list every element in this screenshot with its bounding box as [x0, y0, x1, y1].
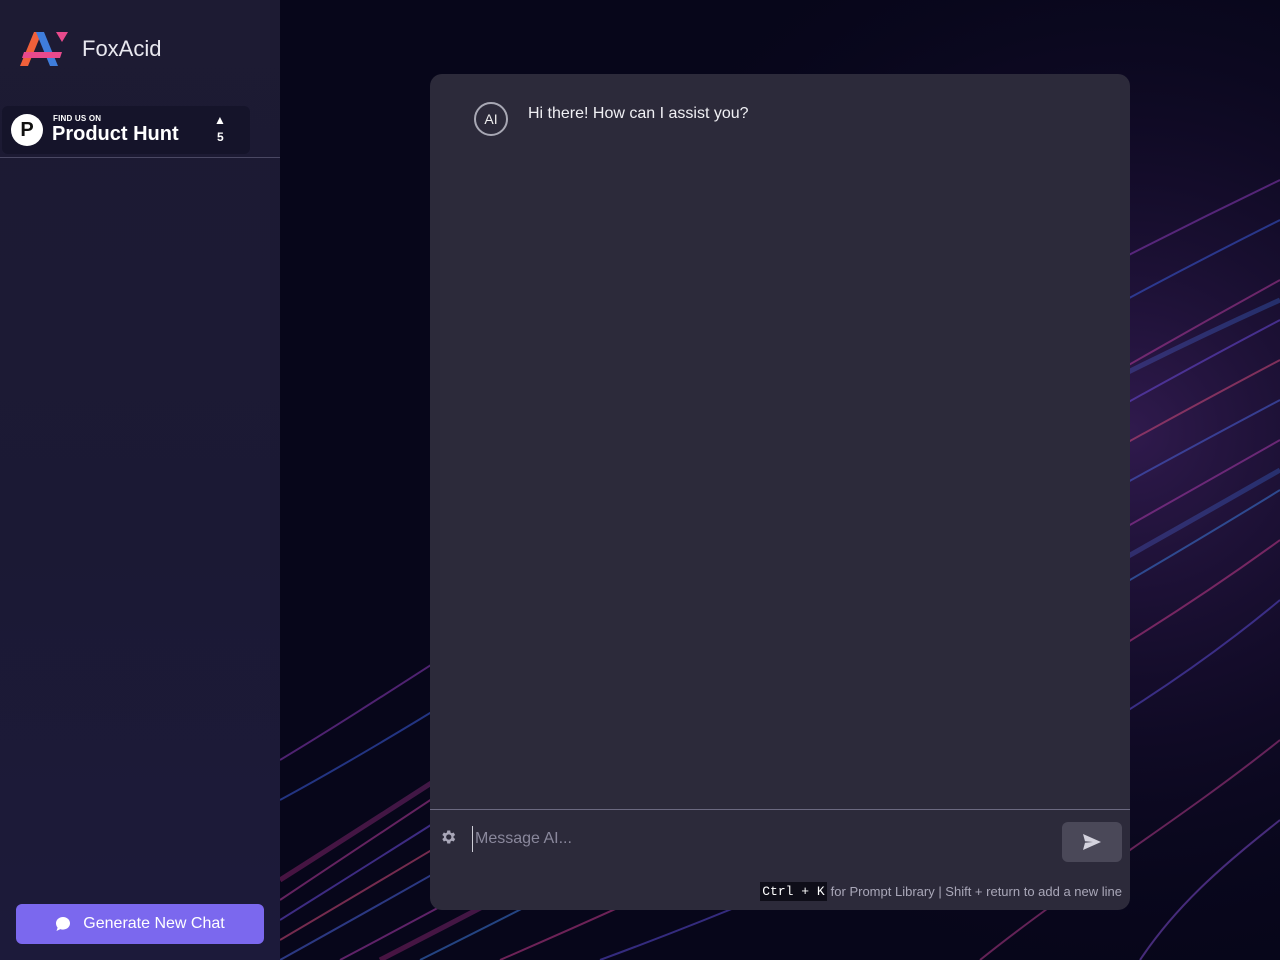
generate-new-chat-label: Generate New Chat [83, 915, 225, 932]
ai-message: Hi there! How can I assist you? [528, 105, 749, 122]
sidebar: FoxAcid P FIND US ON Product Hunt ▲ 5 Ge… [0, 0, 280, 960]
input-divider [430, 809, 1130, 810]
app-name: FoxAcid [82, 36, 162, 61]
brand[interactable]: FoxAcid [18, 30, 161, 68]
product-hunt-find-label: FIND US ON [53, 114, 102, 123]
ai-avatar: AI [474, 102, 508, 136]
product-hunt-name: Product Hunt [52, 123, 179, 145]
chat-bubble-icon [56, 917, 71, 931]
shortcut-key: Ctrl + K [760, 882, 827, 901]
send-button[interactable] [1062, 822, 1122, 862]
message-input[interactable] [472, 826, 1047, 852]
hint-text: for Prompt Library | Shift + return to a… [830, 884, 1122, 899]
sidebar-divider [0, 157, 280, 158]
foxacid-logo-icon [20, 32, 68, 66]
chat-panel: AI Hi there! How can I assist you? Ctrl … [430, 74, 1130, 910]
product-hunt-logo-icon: P [11, 114, 43, 146]
upvote-count: 5 [217, 130, 224, 144]
gear-icon[interactable] [439, 828, 457, 846]
upvote-triangle-icon: ▲ [214, 113, 226, 127]
generate-new-chat-button[interactable]: Generate New Chat [16, 904, 264, 944]
product-hunt-badge[interactable]: P FIND US ON Product Hunt ▲ 5 [2, 106, 250, 154]
input-hint: Ctrl + K for Prompt Library | Shift + re… [760, 882, 1122, 901]
send-icon [1083, 834, 1101, 850]
